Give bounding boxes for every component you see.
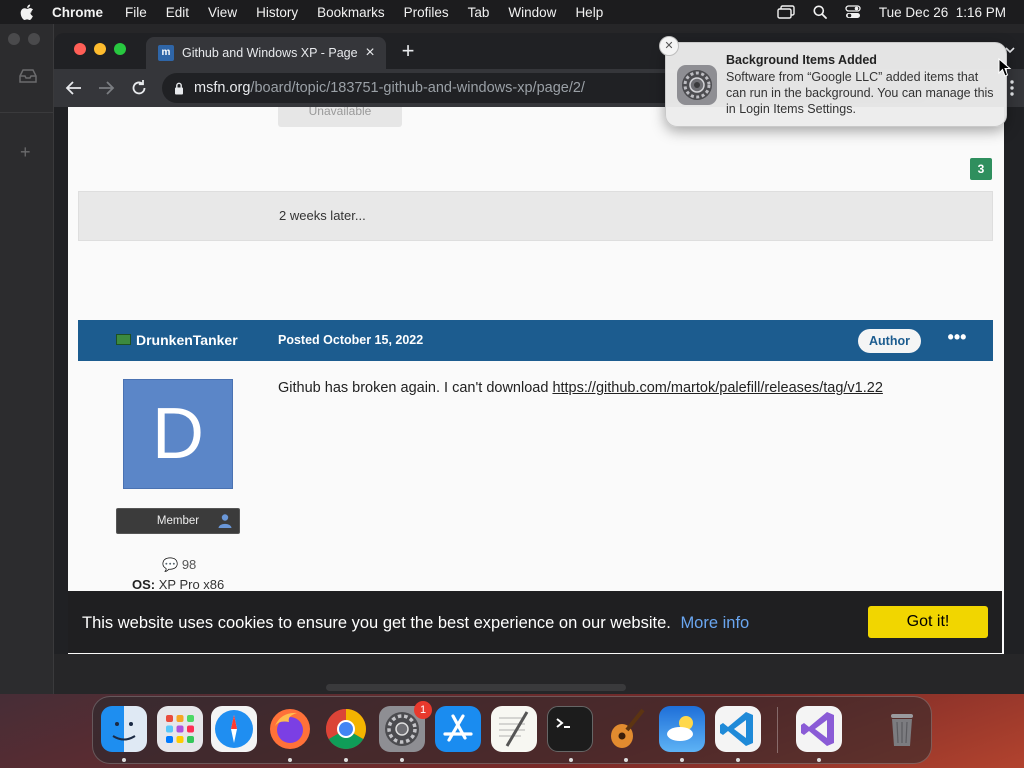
menu-history[interactable]: History — [256, 5, 298, 20]
notification-body: Software from “Google LLC” added items t… — [726, 70, 994, 116]
add-icon[interactable]: + — [20, 142, 31, 163]
divider — [0, 112, 54, 113]
cookie-message: This website uses cookies to ensure you … — [82, 614, 749, 633]
back-icon[interactable] — [64, 78, 84, 98]
post-count-value: 98 — [181, 557, 197, 572]
post-date[interactable]: Posted October 15, 2022 — [278, 333, 423, 347]
running-indicator — [680, 758, 684, 762]
app-store-icon[interactable] — [435, 706, 481, 752]
post-body-link[interactable]: https://github.com/martok/palefill/relea… — [552, 380, 882, 396]
avatar[interactable]: D — [123, 379, 233, 489]
menu-bar: Chrome File Edit View History Bookmarks … — [0, 0, 1024, 24]
window-control-dot — [28, 33, 40, 45]
menu-profiles[interactable]: Profiles — [404, 5, 449, 20]
safari-icon[interactable] — [211, 706, 257, 752]
post-body-text: Github has broken again. I can't downloa… — [278, 380, 553, 396]
user-os: OS: XP Pro x86 — [132, 577, 224, 592]
running-indicator — [624, 758, 628, 762]
search-icon[interactable] — [813, 5, 827, 19]
member-rank-icon — [218, 514, 232, 528]
menu-app-name[interactable]: Chrome — [52, 5, 103, 20]
post-username[interactable]: DrunkenTanker — [136, 332, 238, 348]
dock: 1 — [92, 696, 932, 764]
running-indicator — [400, 758, 404, 762]
post-more-button[interactable]: ••• — [946, 328, 968, 350]
textedit-icon[interactable] — [491, 706, 537, 752]
cookie-message-text: This website uses cookies to ensure you … — [82, 614, 671, 632]
post-body: Github has broken again. I can't downloa… — [278, 380, 883, 396]
zoom-window-button[interactable] — [114, 43, 126, 55]
notification-badge: 1 — [414, 701, 432, 719]
running-indicator — [122, 758, 126, 762]
notification-close-button[interactable]: ✕ — [659, 36, 679, 56]
menu-view[interactable]: View — [208, 5, 237, 20]
background-window-sidebar: + — [0, 24, 54, 694]
os-value: XP Pro x86 — [158, 577, 225, 592]
visual-studio-icon[interactable] — [796, 706, 842, 752]
more-info-link[interactable]: More info — [680, 614, 749, 632]
menu-help[interactable]: Help — [575, 5, 603, 20]
tab-title: Github and Windows XP - Page 2 — [182, 46, 360, 60]
running-indicator — [344, 758, 348, 762]
apple-icon[interactable] — [20, 4, 34, 20]
user-flag-icon — [116, 334, 131, 345]
weather-icon[interactable] — [659, 706, 705, 752]
dock-separator — [777, 707, 778, 753]
comment-icon: 💬 — [162, 557, 179, 572]
url-path: /board/topic/183751-github-and-windows-x… — [250, 80, 585, 96]
trash-icon[interactable] — [879, 706, 925, 752]
rank-badge: Member — [116, 508, 240, 534]
page-number-badge[interactable]: 3 — [970, 158, 992, 180]
unavailable-button: Unavailable — [278, 107, 402, 127]
running-indicator — [569, 758, 573, 762]
accept-cookies-button[interactable]: Got it! — [868, 606, 988, 638]
os-label: OS: — [132, 577, 156, 592]
forward-icon[interactable] — [96, 78, 116, 98]
post-count: 💬 98 — [162, 557, 196, 573]
time-gap-separator: 2 weeks later... — [78, 191, 993, 241]
menu-edit[interactable]: Edit — [166, 5, 189, 20]
time-gap-text: 2 weeks later... — [279, 208, 366, 223]
msfn-favicon-icon: m — [158, 45, 174, 61]
menu-tab[interactable]: Tab — [468, 5, 490, 20]
terminal-icon[interactable] — [547, 706, 593, 752]
menu-bookmarks[interactable]: Bookmarks — [317, 5, 385, 20]
screen-mirroring-icon[interactable] — [777, 5, 795, 19]
finder-icon[interactable] — [101, 706, 147, 752]
garageband-icon[interactable] — [603, 706, 649, 752]
running-indicator — [817, 758, 821, 762]
running-indicator — [736, 758, 740, 762]
minimize-window-button[interactable] — [94, 43, 106, 55]
background-scrollbar[interactable] — [326, 684, 626, 691]
system-settings-gear-icon — [677, 65, 717, 105]
window-control-dot — [8, 33, 20, 45]
notification-title: Background Items Added — [726, 53, 877, 67]
lock-icon[interactable] — [174, 82, 184, 95]
close-window-button[interactable] — [74, 43, 86, 55]
control-center-icon[interactable] — [845, 5, 861, 19]
close-tab-icon[interactable]: × — [360, 44, 380, 62]
post-header: DrunkenTanker Posted October 15, 2022 Au… — [78, 320, 993, 361]
web-page: Unavailable 3 2 weeks later... DrunkenTa… — [68, 107, 1004, 654]
cookie-banner: This website uses cookies to ensure you … — [68, 591, 1002, 653]
vscode-icon[interactable] — [715, 706, 761, 752]
mouse-cursor-icon — [998, 58, 1012, 77]
inbox-icon[interactable] — [18, 68, 38, 84]
rank-label: Member — [156, 515, 200, 527]
author-badge: Author — [858, 329, 921, 353]
running-indicator — [288, 758, 292, 762]
url-host: msfn.org — [194, 80, 251, 96]
browser-tab[interactable]: m Github and Windows XP - Page 2 × — [146, 37, 386, 69]
menu-window[interactable]: Window — [508, 5, 556, 20]
reload-icon[interactable] — [129, 78, 149, 98]
menu-file[interactable]: File — [125, 5, 147, 20]
chrome-icon[interactable] — [323, 706, 369, 752]
firefox-icon[interactable] — [267, 706, 313, 752]
new-tab-button[interactable]: + — [398, 40, 418, 62]
launchpad-icon[interactable] — [157, 706, 203, 752]
background-items-notification[interactable]: ✕ Background Items Added Software from “… — [659, 36, 1007, 127]
menubar-clock[interactable]: Tue Dec 26 1:16 PM — [879, 5, 1006, 20]
